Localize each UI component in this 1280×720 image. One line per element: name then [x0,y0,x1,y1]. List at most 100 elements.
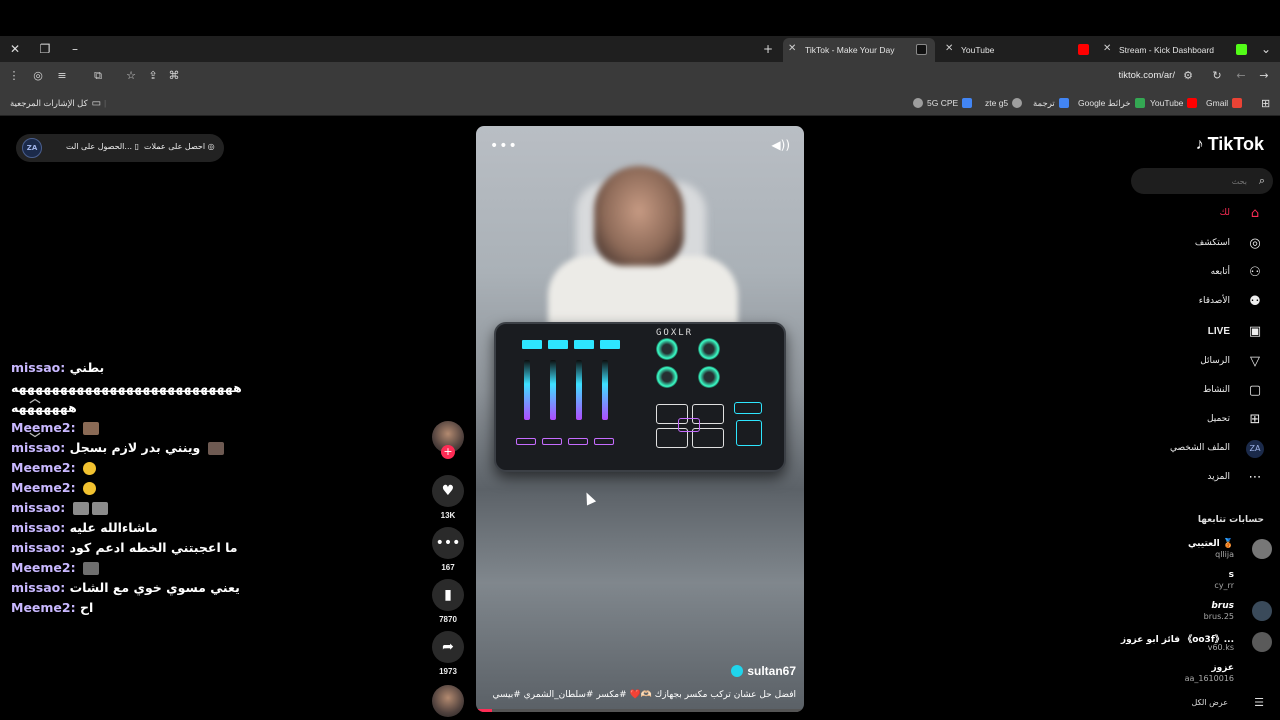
tiktok-logo[interactable]: ♪ TikTok [1196,134,1264,155]
following-account[interactable]: s cy_rr [1120,568,1280,598]
more-icon: ⋯ [1248,470,1262,485]
scroll-up-icon[interactable]: ︿ [25,390,45,405]
video-player[interactable]: GOXLR ••• ◀)) sultan67 افضل حل عشان تركب… [476,126,804,712]
url-field[interactable]: tiktok.com/ar/ [1119,70,1176,81]
share-button[interactable]: ➦ [432,631,464,663]
tab-youtube[interactable]: ✕ YouTube [940,38,1092,62]
share-count: 1973 [439,667,457,676]
translate-icon [1058,98,1069,108]
volume-icon[interactable]: ◀)) [771,138,790,152]
search-input[interactable] [1157,172,1247,190]
tab-search-icon[interactable]: ⌄ [1257,40,1275,58]
nav-more[interactable]: المزيد ⋯ [1114,466,1264,492]
save-button[interactable]: ▮ [432,579,464,611]
get-coins-link[interactable]: احصل على عملات ◎ [144,142,215,151]
bookmarks-bar: كل الإشارات المرجعية ▭ | 5G CPE zte g5 ت… [0,90,1280,116]
emote-icon [72,502,89,515]
bookmark-maps[interactable]: Google خرائط [1078,96,1145,110]
minimize-window-icon[interactable]: – [66,40,84,58]
globe-icon [913,98,923,108]
gmail-icon [1232,98,1243,108]
maps-icon [1134,98,1145,108]
cpe-icon [962,98,973,108]
profile-avatar-icon: ZA [1246,440,1264,458]
emote-icon [82,462,96,475]
bookmark-5g-cpe[interactable]: 5G CPE [913,96,973,110]
all-bookmarks[interactable]: كل الإشارات المرجعية ▭ [10,96,101,110]
back-icon[interactable]: → [1256,68,1272,84]
profile-icon[interactable]: ◎ [30,68,46,84]
following-section-title: حسابات تتابعها [1197,515,1264,525]
home-icon: ⌂ [1250,206,1260,221]
nav-friends[interactable]: الأصدقاء ⚉ [1114,290,1264,316]
send-icon: ▽ [1250,354,1260,369]
tiktok-note-icon: ♪ [1195,135,1204,153]
close-tab-icon[interactable]: ✕ [945,43,953,54]
translate-icon[interactable]: ⌘ [166,68,182,84]
nav-following[interactable]: أتابعه ⚇ [1114,261,1264,287]
more-options-icon[interactable]: ••• [490,138,518,154]
restore-window-icon[interactable]: ❐ [36,40,54,58]
close-tab-icon[interactable]: ✕ [1103,43,1111,54]
following-account[interactable]: العتيبي 🥉 qllija [1120,537,1280,567]
friends-icon: ⚉ [1249,294,1261,309]
live-icon: ▣ [1248,324,1262,339]
chat-line: missao: ما اعجبتني الخطه ادعم كود [11,540,238,555]
close-tab-icon[interactable]: ✕ [788,43,796,54]
nav-for-you[interactable]: لك ⌂ [1114,202,1264,228]
account-avatar [1252,663,1272,683]
comment-button[interactable]: ••• [432,527,464,559]
user-avatar[interactable]: ZA [22,138,42,158]
like-count: 13K [440,511,456,520]
nav-upload[interactable]: تحميل ⊞ [1114,408,1264,434]
follow-plus-icon[interactable]: + [441,445,455,459]
share-icon[interactable]: ⇪ [145,68,161,84]
nav-explore[interactable]: استكشف ◎ [1114,232,1264,258]
following-account[interactable]: brus brus.25 [1120,599,1280,629]
get-app-link[interactable]: الحصول على الت... ▯ [66,142,139,151]
bookmark-zte[interactable]: zte g5 [985,96,1023,110]
like-button[interactable]: ♥ [432,475,464,507]
extensions-icon[interactable]: ⧉ [90,68,106,84]
user-plus-icon: ⚇ [1249,265,1261,280]
bookmark-gmail[interactable]: Gmail [1206,96,1243,110]
bookmark-star-icon[interactable]: ☆ [123,68,139,84]
bookmark-icon: ▮ [444,587,452,603]
nav-profile[interactable]: الملف الشخصي ZA [1114,437,1264,463]
address-bar: ⋮ ◎ ≡ ⧉ ☆ ⇪ ⌘ tiktok.com/ar/ ⚙ ↻ ← → [0,62,1280,90]
scroll-down-icon[interactable]: ﹀ [25,430,45,445]
following-account[interactable]: عزوز aa_1610016 [1120,661,1280,691]
folder-icon: ▭ [91,97,102,109]
bookmark-youtube[interactable]: YouTube [1150,96,1198,110]
reading-list-icon[interactable]: ≡ [54,68,70,84]
video-caption: افضل حل عشان تركب مكسر بجهازك 🫶🏻❤️ #مكسر… [492,690,796,700]
music-disc-avatar[interactable] [432,685,464,717]
apps-grid-icon[interactable]: ⊞ [1261,96,1270,110]
account-avatar [1252,539,1272,559]
chat-line: missao: [11,500,108,515]
emote-icon [82,562,99,575]
video-progress-bar[interactable] [476,709,804,712]
reload-icon[interactable]: ↻ [1209,68,1225,84]
close-window-icon[interactable]: ✕ [6,40,24,58]
forward-icon[interactable]: ← [1233,68,1249,84]
bookmark-translate[interactable]: ترجمة [1033,96,1069,110]
tab-tiktok[interactable]: ✕ TikTok - Make Your Day [783,38,935,62]
save-count: 7870 [439,615,457,624]
nav-activity[interactable]: النشاط ▢ [1114,379,1264,405]
kick-favicon-icon [1236,44,1247,55]
nav-messages[interactable]: الرسائل ▽ [1114,350,1264,376]
chat-line: missao: يعني مسوي خوي مع الشات [11,580,240,595]
site-settings-icon[interactable]: ⚙ [1180,68,1196,84]
new-tab-icon[interactable]: + [759,40,777,58]
emote-icon [207,442,224,455]
tiktok-page: ZA الحصول على الت... ▯ احصل على عملات ◎ … [0,116,1280,720]
nav-live[interactable]: LIVE ▣ [1114,320,1264,346]
bookmarks-divider: | [104,98,107,108]
following-account[interactable]: فائز ابو عزوز 《oo3f》... v60.ks [1120,630,1280,660]
see-all-button[interactable]: عرض الكل ☰ [1164,696,1264,712]
video-author[interactable]: sultan67 [731,664,796,678]
search-icon[interactable]: ⌕ [1259,174,1265,188]
menu-kebab-icon[interactable]: ⋮ [6,68,22,84]
tab-kick[interactable]: ✕ Stream - Kick Dashboard [1098,38,1250,62]
